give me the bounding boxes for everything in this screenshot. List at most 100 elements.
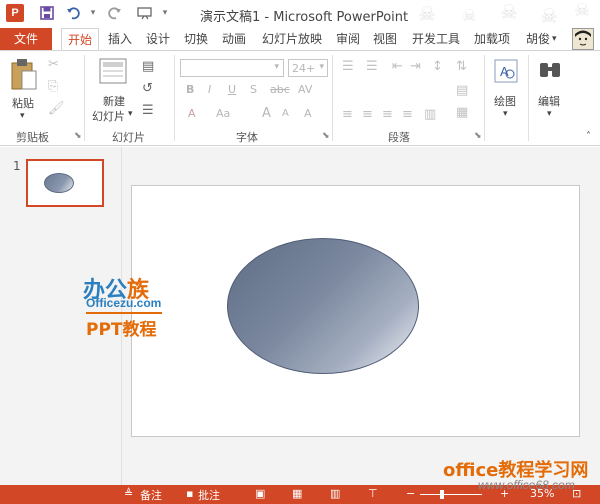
watermark-corner-url: www.office68.com (478, 478, 575, 492)
clipboard-launcher-icon[interactable]: ⬊ (74, 131, 82, 141)
numbering-icon[interactable]: ☰ (366, 59, 378, 74)
user-dropdown-icon[interactable]: ▾ (552, 28, 557, 50)
redo-icon[interactable] (106, 4, 124, 22)
ribbon: 粘贴 ▾ ✂ ⎘ 🖌 剪贴板 ⬊ 新建 幻灯片 ▾ ▤ ↺ ☰ 幻灯片 ▾ 24… (0, 50, 600, 146)
thumbnail-ellipse-shape (44, 173, 74, 193)
char-spacing-button[interactable]: AV (298, 83, 312, 96)
slides-group-label: 幻灯片 (112, 131, 145, 144)
tab-review[interactable]: 审阅 (330, 28, 366, 50)
start-from-beginning-icon[interactable] (136, 4, 154, 22)
ellipse-shape[interactable] (227, 238, 419, 374)
group-divider (174, 55, 175, 141)
normal-view-icon[interactable]: ▣ (255, 487, 265, 500)
italic-button[interactable]: I (208, 83, 211, 96)
save-icon[interactable] (38, 4, 56, 22)
paragraph-launcher-icon[interactable]: ⬊ (474, 131, 482, 141)
font-launcher-icon[interactable]: ⬊ (322, 131, 330, 141)
bullets-icon[interactable]: ☰ (342, 59, 354, 74)
paste-icon[interactable] (10, 57, 38, 95)
tab-transitions[interactable]: 切换 (178, 28, 214, 50)
skull-decoration-icon: ☠ (574, 0, 591, 21)
tab-addins[interactable]: 加载项 (468, 28, 516, 50)
skull-decoration-icon: ☠ (540, 4, 558, 28)
powerpoint-icon[interactable]: P (6, 4, 24, 22)
avatar[interactable] (572, 28, 594, 50)
editing-dropdown-icon[interactable]: ▾ (547, 109, 552, 119)
change-case-button[interactable]: Aa (216, 107, 230, 120)
font-color-button[interactable]: A (188, 107, 196, 120)
tab-slideshow[interactable]: 幻灯片放映 (256, 28, 328, 50)
watermark-url: Officezu.com (86, 296, 162, 310)
clear-formatting-button[interactable]: A (304, 107, 312, 120)
underline-button[interactable]: U (228, 83, 236, 96)
copy-icon[interactable]: ⎘ (48, 79, 58, 94)
cut-icon[interactable]: ✂ (48, 57, 59, 72)
group-divider (332, 55, 333, 141)
reset-icon[interactable]: ↺ (142, 81, 153, 96)
new-slide-icon[interactable] (98, 57, 128, 91)
paste-dropdown-icon[interactable]: ▾ (20, 111, 25, 121)
undo-dropdown-icon[interactable]: ▾ (84, 4, 102, 22)
tab-developer[interactable]: 开发工具 (406, 28, 466, 50)
drawing-button[interactable]: 绘图 (494, 93, 516, 109)
zoom-slider-track[interactable] (420, 494, 482, 495)
zoom-out-button[interactable]: − (406, 487, 415, 500)
new-slide-button[interactable]: 幻灯片 (92, 108, 125, 124)
comments-button[interactable]: 批注 (198, 487, 220, 503)
undo-icon[interactable] (64, 4, 82, 22)
align-center-icon[interactable]: ≡ (362, 107, 373, 122)
align-text-icon[interactable]: ▤ (456, 83, 468, 98)
layout-icon[interactable]: ▤ (142, 59, 154, 74)
tab-insert[interactable]: 插入 (102, 28, 138, 50)
title-bar: P ▾ ▾ 演示文稿1 - Microsoft PowerPoint ☠ ☠ ☠… (0, 0, 600, 28)
strikethrough-button[interactable]: abc (270, 83, 290, 96)
format-painter-icon[interactable]: 🖌 (48, 101, 65, 116)
shrink-font-button[interactable]: A (282, 108, 289, 119)
chevron-down-icon: ▾ (274, 62, 279, 72)
new-slide-dropdown-icon[interactable]: ▾ (128, 109, 133, 119)
collapse-ribbon-icon[interactable]: ˄ (586, 131, 591, 142)
section-icon[interactable]: ☰ (142, 103, 154, 118)
tab-view[interactable]: 视图 (367, 28, 403, 50)
paste-button[interactable]: 粘贴 (12, 95, 34, 111)
font-size-select[interactable]: 24+ ▾ (288, 59, 328, 77)
customize-toolbar-icon[interactable]: ▾ (156, 4, 174, 22)
slide-sorter-icon[interactable]: ▦ (292, 487, 302, 500)
binoculars-icon[interactable] (538, 59, 562, 85)
align-right-icon[interactable]: ≡ (382, 107, 393, 122)
tab-design[interactable]: 设计 (140, 28, 176, 50)
comments-icon[interactable]: ▪ (186, 487, 193, 500)
decrease-indent-icon[interactable]: ⇤ (392, 59, 403, 74)
bold-button[interactable]: B (186, 83, 194, 96)
convert-smartart-icon[interactable]: ▦ (456, 105, 468, 120)
tab-home[interactable]: 开始 (61, 28, 100, 51)
grow-font-button[interactable]: A (262, 106, 271, 121)
font-name-select[interactable]: ▾ (180, 59, 284, 77)
tab-animations[interactable]: 动画 (216, 28, 252, 50)
slide-canvas[interactable] (131, 185, 580, 437)
text-direction-icon[interactable]: ⇅ (456, 59, 467, 74)
tab-file[interactable]: 文件 (0, 28, 52, 50)
columns-icon[interactable]: ▥ (424, 107, 436, 122)
slideshow-view-icon[interactable]: ⊤ (368, 487, 378, 500)
reading-view-icon[interactable]: ▥ (330, 487, 340, 500)
justify-icon[interactable]: ≡ (402, 107, 413, 122)
slide-number: 1 (13, 159, 21, 173)
line-spacing-icon[interactable]: ↕ (432, 59, 443, 74)
notes-button[interactable]: 备注 (140, 487, 162, 503)
zoom-slider-thumb[interactable] (440, 490, 444, 499)
align-left-icon[interactable]: ≡ (342, 107, 353, 122)
drawing-icon[interactable]: A (494, 59, 518, 89)
notes-icon[interactable]: ≜ (124, 487, 133, 500)
paragraph-group-label: 段落 (388, 131, 410, 144)
increase-indent-icon[interactable]: ⇥ (410, 59, 421, 74)
group-divider (484, 55, 485, 141)
drawing-dropdown-icon[interactable]: ▾ (503, 109, 508, 119)
shadow-button[interactable]: S (250, 83, 257, 96)
chevron-down-icon: ▾ (319, 62, 324, 72)
editing-button[interactable]: 编辑 (538, 93, 560, 109)
new-slide-label[interactable]: 新建 (103, 93, 125, 109)
slide-thumbnail[interactable] (26, 159, 104, 207)
watermark-ppt: PPT教程 (86, 320, 157, 340)
user-name[interactable]: 胡俊 (520, 28, 556, 50)
